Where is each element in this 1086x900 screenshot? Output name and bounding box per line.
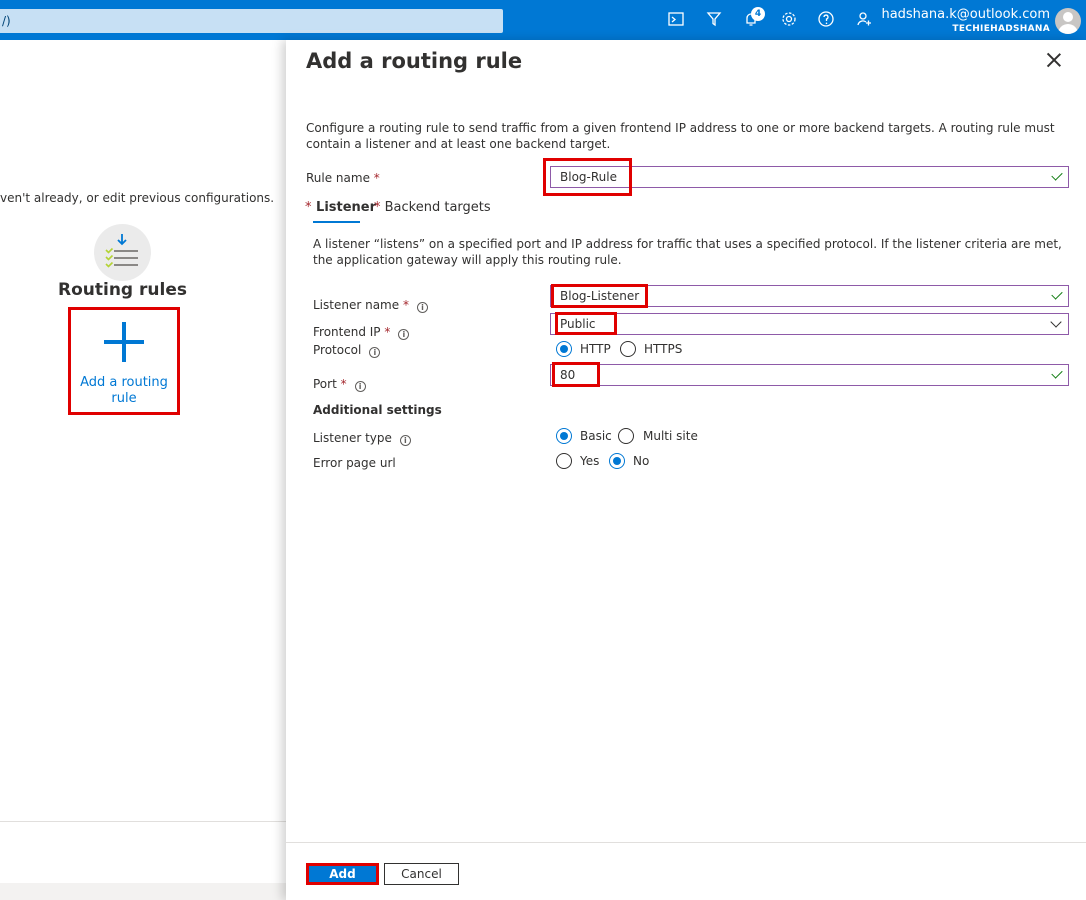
directory-filter-icon[interactable] [704,10,724,30]
add-routing-rule-label: Add a routing rule [80,375,168,406]
error-page-no-radio[interactable] [609,453,625,469]
error-page-no-label: No [633,454,650,468]
background-panel: ven't already, or edit previous configur… [0,40,286,900]
background-description: ven't already, or edit previous configur… [0,191,275,205]
plus-icon [104,322,144,362]
active-tab-indicator [313,221,360,223]
search-input[interactable]: /) [0,9,503,33]
error-page-yes-radio[interactable] [556,453,572,469]
protocol-http-label: HTTP [580,342,611,356]
frontend-ip-label: Frontend IP * i [313,325,410,340]
cancel-button[interactable]: Cancel [384,863,459,885]
info-icon[interactable]: i [369,347,381,358]
routing-rules-title: Routing rules [58,280,187,300]
user-tenant: TECHIEHADSHANA [952,24,1050,34]
listener-type-label: Listener type i [313,431,411,446]
help-icon[interactable] [816,10,836,30]
listener-name-label: Listener name * i [313,298,428,313]
listener-type-basic-label: Basic [580,429,612,443]
add-routing-rule-tile[interactable]: Add a routing rule [68,307,180,415]
info-icon[interactable]: i [398,329,410,340]
info-icon[interactable]: i [354,381,366,392]
error-page-url-label: Error page url [313,456,396,470]
listener-name-input[interactable]: Blog-Listener [550,285,1069,307]
add-button[interactable]: Add [306,863,379,885]
account-info[interactable]: hadshana.k@outlook.com TECHIEHADSHANA [881,7,1050,35]
blade-title: Add a routing rule [306,49,523,73]
frontend-ip-select[interactable]: Public [550,313,1069,335]
rule-name-label: Rule name * [306,171,380,185]
listener-type-multisite-label: Multi site [643,429,698,443]
avatar[interactable] [1055,8,1081,34]
cloud-shell-icon[interactable] [666,10,686,30]
listener-type-multisite-radio[interactable] [618,428,634,444]
add-routing-rule-blade: Add a routing rule Configure a routing r… [286,40,1086,900]
valid-check-icon [1051,169,1063,181]
valid-check-icon [1051,367,1063,379]
footer-divider [286,842,1086,843]
top-bar: /) 4 hadshana.k@outlook.com TECHIEHADSHA… [0,0,1086,40]
rule-name-input[interactable]: Blog-Rule [550,166,1069,188]
bottom-bar [0,883,286,900]
port-label: Port * i [313,377,366,392]
additional-settings-heading: Additional settings [313,403,442,417]
protocol-https-radio[interactable] [620,341,636,357]
close-icon[interactable] [1046,53,1062,69]
protocol-https-label: HTTPS [644,342,683,356]
error-page-yes-label: Yes [580,454,600,468]
tab-listener[interactable]: * Listener [305,200,376,215]
protocol-http-radio[interactable] [556,341,572,357]
port-input[interactable]: 80 [550,364,1069,386]
valid-check-icon [1051,288,1063,300]
divider [0,821,286,822]
feedback-icon[interactable] [854,10,874,30]
chevron-down-icon [1050,316,1062,328]
protocol-label: Protocol i [313,343,381,358]
routing-rules-icon [94,224,151,281]
settings-icon[interactable] [779,10,799,30]
listener-type-basic-radio[interactable] [556,428,572,444]
listener-description: A listener “listens” on a specified port… [313,237,1062,267]
info-icon[interactable]: i [416,302,428,313]
tab-backend-targets[interactable]: * Backend targets [374,200,491,215]
blade-description: Configure a routing rule to send traffic… [306,121,1055,151]
notification-count-badge: 4 [751,7,765,21]
info-icon[interactable]: i [399,435,411,446]
user-email: hadshana.k@outlook.com [881,7,1050,22]
